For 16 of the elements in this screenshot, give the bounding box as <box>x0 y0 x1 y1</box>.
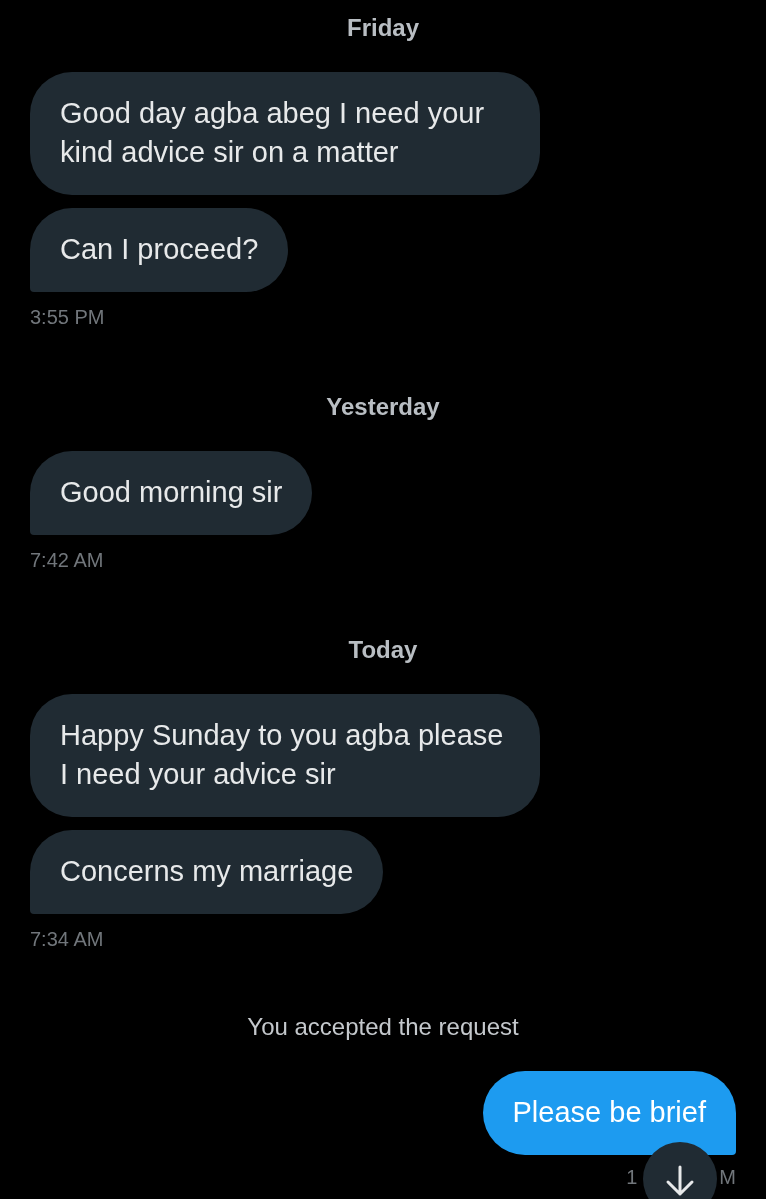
date-header: Today <box>348 636 418 664</box>
message-bubble: Concerns my marriage <box>30 830 384 914</box>
date-header: Yesterday <box>326 393 440 421</box>
system-notice: You accepted the request <box>247 1013 519 1041</box>
message-time: 7:42 AM <box>30 548 105 572</box>
message-time: 3:55 PM <box>30 305 106 329</box>
message-bubble: Good morning sir <box>30 451 313 535</box>
arrow-down-icon <box>665 1165 695 1197</box>
date-header: Friday <box>347 14 419 42</box>
message-bubble: Good day agba abeg I need your kind advice sir on a matter <box>30 72 540 195</box>
message-bubble: Happy Sunday to you agba please I need your advice sir <box>30 694 540 817</box>
message-time-fragment: 1 <box>626 1165 638 1189</box>
message-bubble: Please be brief <box>482 1071 736 1155</box>
message-time: 7:34 AM <box>30 927 105 951</box>
message-bubble: Can I proceed? <box>30 208 289 292</box>
message-time-fragment: M <box>719 1165 736 1189</box>
